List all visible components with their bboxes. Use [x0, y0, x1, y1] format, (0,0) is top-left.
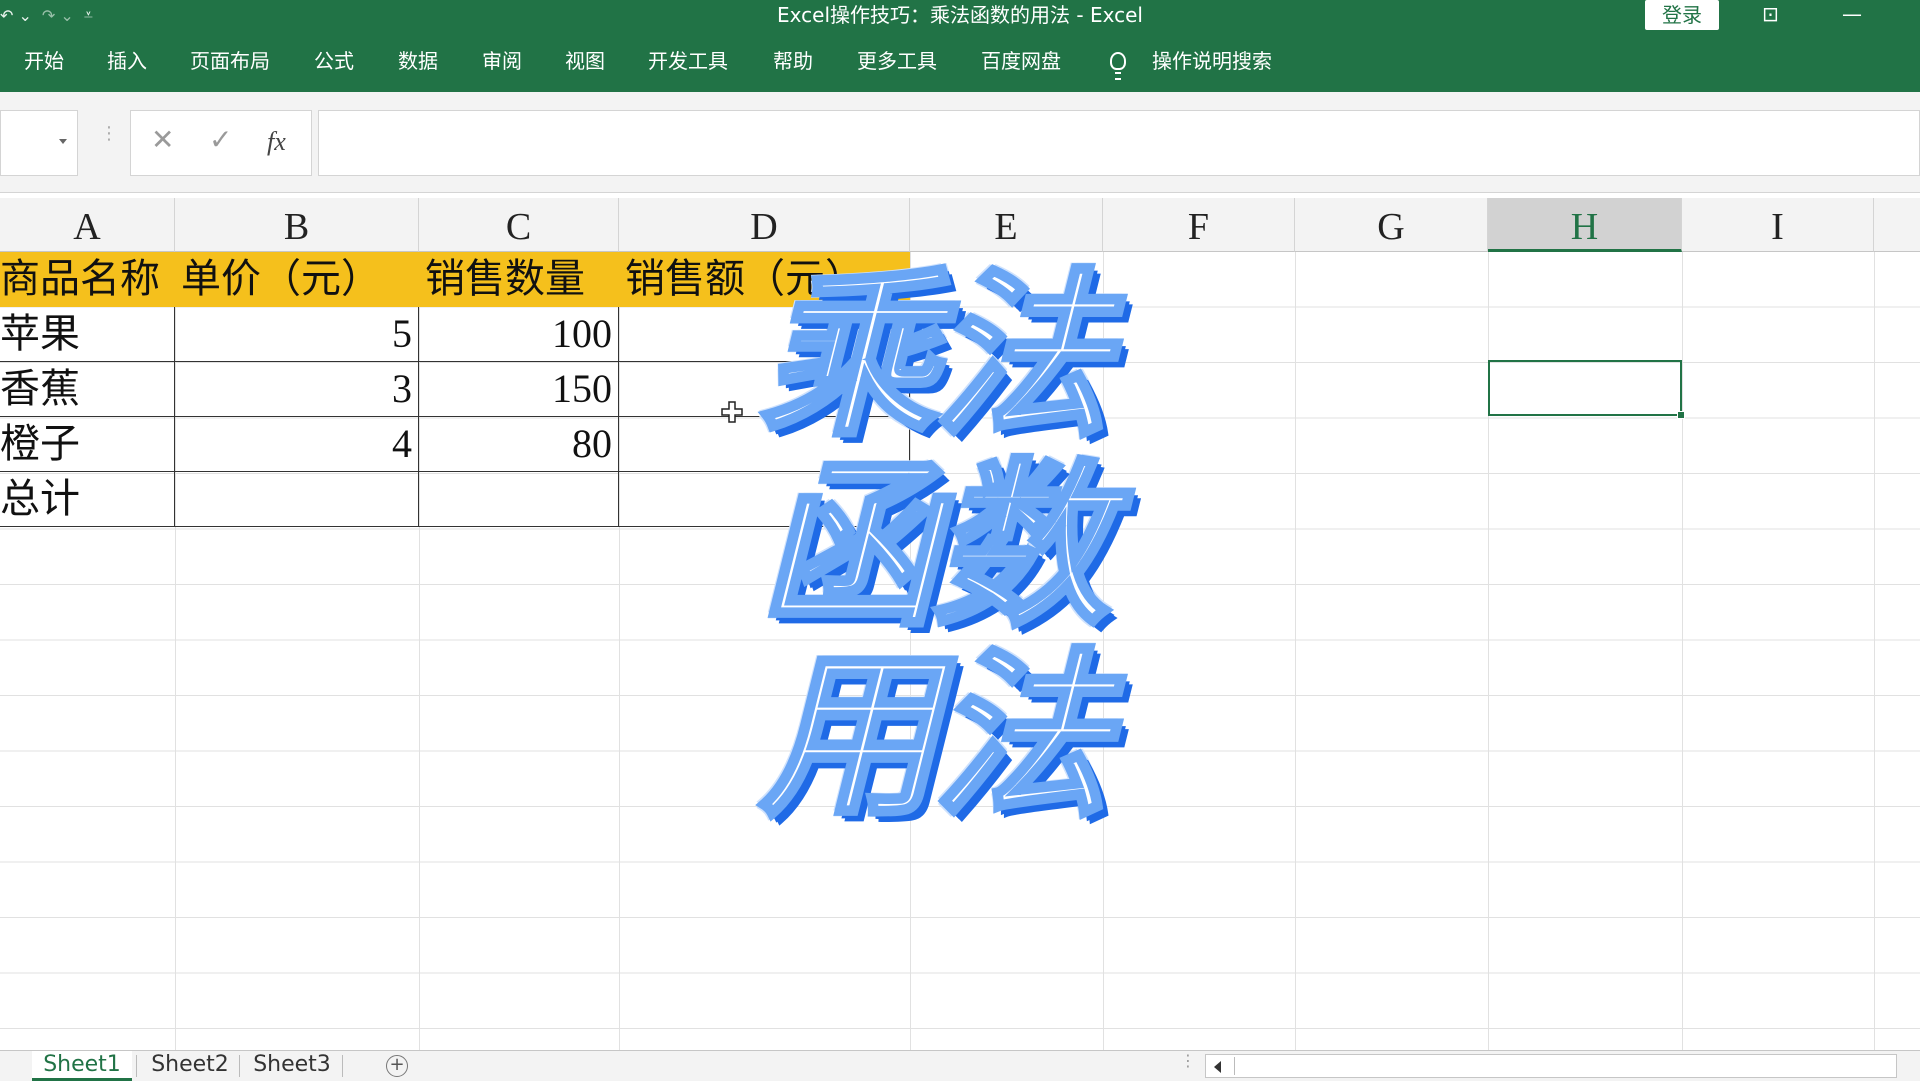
column-header-h[interactable]: H: [1488, 198, 1682, 252]
cell-price[interactable]: 5: [175, 307, 419, 362]
cell-header-product[interactable]: 商品名称: [0, 252, 175, 307]
tab-view[interactable]: 视图: [565, 44, 605, 78]
column-header-e[interactable]: E: [910, 198, 1103, 252]
resize-handle-icon[interactable]: ⋮: [100, 125, 118, 143]
column-header-c[interactable]: C: [419, 198, 619, 252]
formula-buttons: ✕ ✓ fx: [130, 110, 312, 176]
cell-header-price[interactable]: 单价（元）: [175, 252, 419, 307]
cell-product[interactable]: 香蕉: [0, 362, 175, 417]
formula-input[interactable]: [318, 110, 1920, 176]
grid-line: [1295, 252, 1296, 1050]
overlay-line: 用法: [758, 633, 1113, 840]
cell-quantity[interactable]: 100: [419, 307, 619, 362]
ribbon-tabs: 开始 插入 页面布局 公式 数据 审阅 视图 开发工具 帮助 更多工具 百度网盘…: [0, 30, 1920, 92]
tab-insert[interactable]: 插入: [107, 44, 147, 78]
horizontal-scrollbar[interactable]: [1205, 1054, 1897, 1078]
cell-price[interactable]: [175, 472, 419, 527]
tab-help[interactable]: 帮助: [773, 44, 813, 78]
tab-baidu-netdisk[interactable]: 百度网盘: [981, 44, 1061, 78]
sheet-tab-sheet2[interactable]: Sheet2: [140, 1051, 240, 1081]
window-title: Excel操作技巧：乘法函数的用法 - Excel: [777, 3, 1143, 27]
sheet-tab-bar: Sheet1 Sheet2 Sheet3 + ⋮: [0, 1050, 1920, 1081]
enter-icon[interactable]: ✓: [209, 123, 232, 156]
tab-developer[interactable]: 开发工具: [648, 44, 728, 78]
overlay-title: 乘法 函数 用法: [758, 253, 1180, 840]
cell-product[interactable]: 总计: [0, 472, 175, 527]
cell-quantity[interactable]: [419, 472, 619, 527]
tab-more-tools[interactable]: 更多工具: [857, 44, 937, 78]
tab-divider: [136, 1055, 137, 1077]
column-header-b[interactable]: B: [175, 198, 419, 252]
grid-line: [1682, 252, 1683, 1050]
tab-page-layout[interactable]: 页面布局: [190, 44, 270, 78]
ribbon-display-options-icon[interactable]: ⊡: [1762, 0, 1779, 30]
split-handle-icon[interactable]: ⋮: [1180, 1053, 1196, 1069]
column-header-f[interactable]: F: [1103, 198, 1295, 252]
chevron-down-icon[interactable]: [59, 139, 67, 144]
login-button[interactable]: 登录: [1645, 0, 1719, 30]
add-sheet-icon[interactable]: +: [386, 1055, 408, 1077]
tab-divider: [239, 1055, 240, 1077]
formula-bar: ⋮ ✕ ✓ fx: [0, 92, 1920, 193]
active-cell-selection[interactable]: [1488, 360, 1685, 419]
sheet-tab-sheet1[interactable]: Sheet1: [32, 1051, 132, 1081]
tab-divider: [342, 1055, 343, 1077]
tell-me-search[interactable]: 操作说明搜索: [1152, 44, 1272, 78]
overlay-line: 函数: [758, 443, 1113, 650]
tab-formulas[interactable]: 公式: [314, 44, 354, 78]
cell-quantity[interactable]: 150: [419, 362, 619, 417]
cell-header-quantity[interactable]: 销售数量: [419, 252, 619, 307]
name-box[interactable]: [0, 110, 78, 176]
insert-function-icon[interactable]: fx: [267, 127, 286, 157]
grid-line: [1874, 252, 1875, 1050]
minimize-icon[interactable]: —: [1842, 0, 1862, 30]
tab-review[interactable]: 审阅: [482, 44, 522, 78]
cell-price[interactable]: 3: [175, 362, 419, 417]
column-header-d[interactable]: D: [619, 198, 910, 252]
cell-cursor-icon: [721, 401, 743, 423]
overlay-line: 乘法: [758, 253, 1113, 460]
scroll-left-icon[interactable]: [1214, 1061, 1221, 1073]
cell-price[interactable]: 4: [175, 417, 419, 472]
column-header-g[interactable]: G: [1295, 198, 1488, 252]
lightbulb-icon: [1110, 52, 1126, 80]
cancel-icon[interactable]: ✕: [151, 123, 174, 156]
sheet-tab-sheet3[interactable]: Sheet3: [242, 1051, 342, 1081]
cell-product[interactable]: 苹果: [0, 307, 175, 362]
title-bar: ↶ ⌄ ↷ ⌄ ⩡ Excel操作技巧：乘法函数的用法 - Excel 登录 ⊡…: [0, 0, 1920, 30]
cell-quantity[interactable]: 80: [419, 417, 619, 472]
cell-product[interactable]: 橙子: [0, 417, 175, 472]
column-header-i[interactable]: I: [1682, 198, 1874, 252]
tab-data[interactable]: 数据: [398, 44, 438, 78]
tab-home[interactable]: 开始: [24, 44, 64, 78]
column-header-next[interactable]: [1874, 198, 1920, 252]
scrollbar-thumb[interactable]: [1234, 1057, 1855, 1075]
column-header-a[interactable]: A: [0, 198, 175, 252]
